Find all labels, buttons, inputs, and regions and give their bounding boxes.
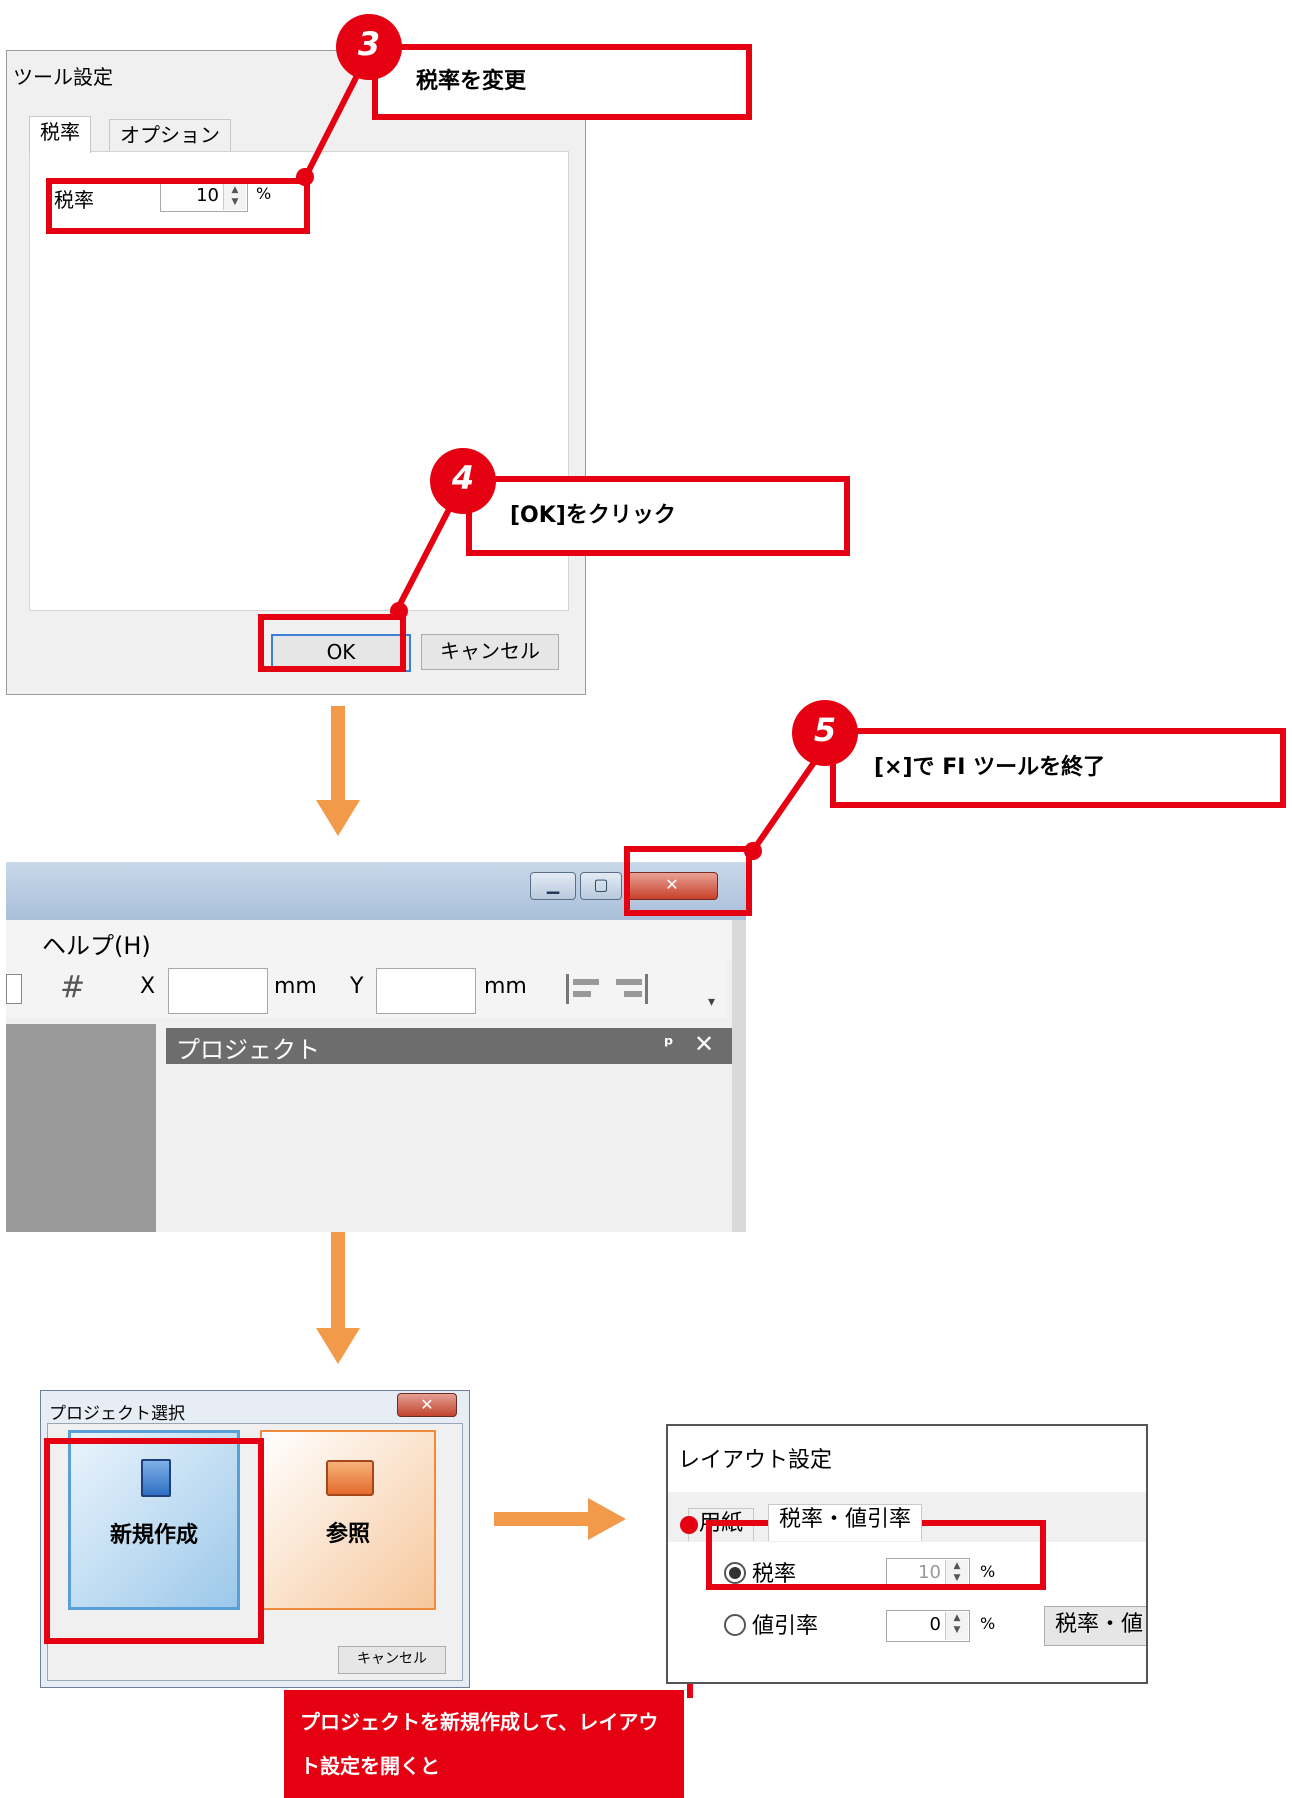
align-left-icon[interactable]	[566, 974, 602, 1004]
close-button-highlight	[624, 846, 752, 916]
y-unit: mm	[484, 974, 527, 999]
toolbar: # X mm Y mm ▾	[6, 960, 726, 1018]
step3-callout: 税率を変更	[372, 44, 752, 120]
browse-label: 参照	[325, 1522, 370, 1547]
discount-unit: %	[980, 1614, 996, 1633]
right-arrow-icon	[588, 1498, 626, 1540]
new-project-highlight	[44, 1438, 264, 1644]
step4-text: [OK]をクリック	[510, 503, 676, 528]
dialog-cancel-button[interactable]: キャンセル	[338, 1646, 446, 1674]
menu-bar: ヘルプ(H)	[6, 920, 746, 960]
down-arrow-icon-2	[316, 1328, 360, 1364]
y-label: Y	[350, 974, 364, 999]
fi-tool-window: ▁ ▢ ✕ ヘルプ(H) # X mm Y mm ▾ プロジェクト ᵖ ✕	[6, 862, 746, 1232]
discount-radio[interactable]	[724, 1614, 746, 1636]
x-unit: mm	[274, 974, 317, 999]
scrollbar[interactable]	[732, 920, 746, 1232]
step5-dot	[744, 842, 762, 860]
note-text: プロジェクトを新規作成して、レイアウト設定を開くと	[300, 1710, 659, 1778]
browse-tile[interactable]: 参照	[260, 1430, 436, 1610]
right-arrow-shaft	[494, 1512, 590, 1526]
note-dot	[680, 1516, 698, 1534]
project-panel-title: プロジェクト	[176, 1036, 320, 1064]
note-box: プロジェクトを新規作成して、レイアウト設定を開くと	[284, 1690, 684, 1798]
project-panel-body	[166, 1064, 732, 1232]
minimize-button[interactable]: ▁	[530, 872, 576, 900]
tax-discount-button[interactable]: 税率・値	[1044, 1606, 1146, 1646]
step4-callout: [OK]をクリック	[466, 476, 850, 556]
y-input[interactable]	[376, 968, 476, 1014]
layout-title: レイアウト設定	[678, 1448, 833, 1473]
step3-badge: 3	[336, 14, 402, 80]
down-arrow-shaft	[331, 706, 345, 804]
down-arrow-shaft-2	[331, 1232, 345, 1332]
workspace-area	[6, 1024, 156, 1232]
dialog-title: プロジェクト選択	[49, 1404, 185, 1424]
overflow-icon[interactable]: ▾	[708, 994, 715, 1010]
discount-stepper[interactable]: 0 ▲ ▼	[886, 1610, 970, 1642]
step5-callout: [×]で FI ツールを終了	[830, 728, 1286, 808]
dialog-close-button[interactable]: ✕	[397, 1393, 457, 1417]
title-band: レイアウト設定	[668, 1426, 1146, 1492]
pin-icon[interactable]: ᵖ	[664, 1032, 674, 1056]
spinner-arrows-icon[interactable]: ▲ ▼	[945, 1612, 968, 1640]
step5-badge: 5	[792, 700, 858, 766]
tab-tax-discount[interactable]: 税率・値引率	[768, 1504, 923, 1541]
folder-icon	[326, 1460, 374, 1496]
step4-dot	[390, 602, 408, 620]
grid-icon[interactable]: #	[60, 970, 85, 1005]
page-icon[interactable]	[6, 974, 22, 1004]
panel-close-icon[interactable]: ✕	[694, 1030, 714, 1058]
step3-dot	[296, 168, 314, 186]
down-arrow-icon	[316, 800, 360, 836]
project-panel-header: プロジェクト ᵖ ✕	[166, 1028, 732, 1064]
step5-text: [×]で FI ツールを終了	[874, 755, 1106, 780]
step3-text: 税率を変更	[416, 69, 527, 94]
maximize-button[interactable]: ▢	[580, 872, 622, 900]
step4-badge: 4	[430, 448, 496, 514]
align-right-icon[interactable]	[612, 974, 648, 1004]
tab-tax-rate[interactable]: 税率	[29, 116, 91, 153]
discount-radio-label: 値引率	[752, 1614, 819, 1639]
discount-stepper-value: 0	[929, 1614, 941, 1635]
x-label: X	[140, 974, 156, 999]
menu-help[interactable]: ヘルプ(H)	[42, 926, 151, 961]
x-input[interactable]	[168, 968, 268, 1014]
